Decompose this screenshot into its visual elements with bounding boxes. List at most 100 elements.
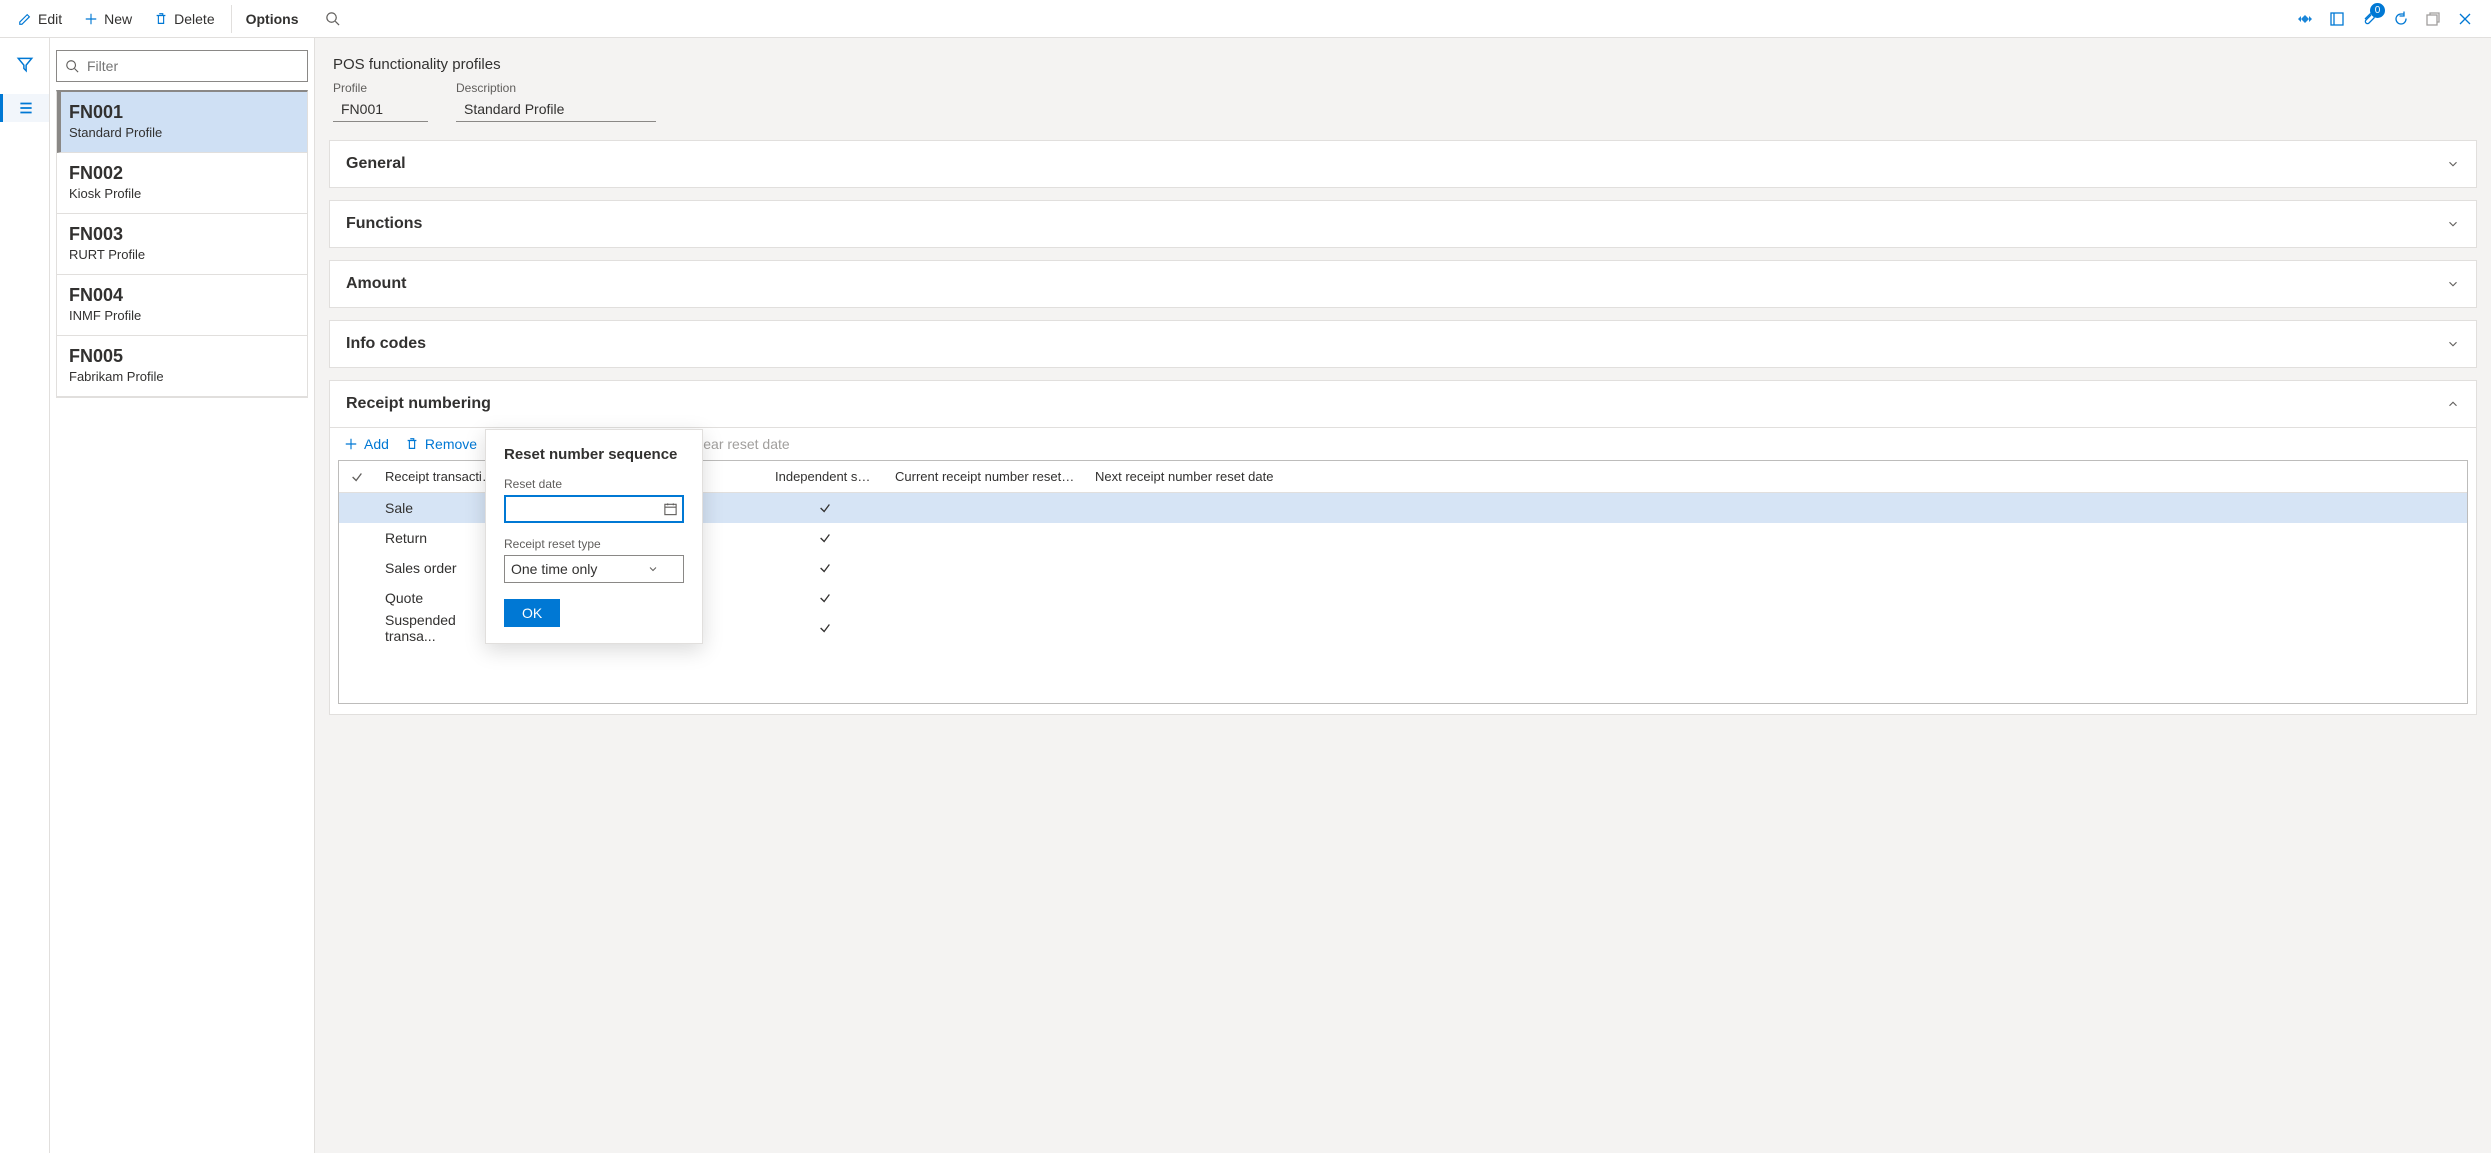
list-item[interactable]: FN004 INMF Profile (57, 275, 307, 336)
delete-button[interactable]: Delete (144, 5, 224, 33)
top-command-bar: Edit New Delete Options 0 (0, 0, 2491, 38)
plus-icon (84, 12, 98, 26)
row-independent-check (765, 587, 885, 609)
grid-header-independent[interactable]: Independent se... (765, 461, 885, 492)
fasttab-info-codes[interactable]: Info codes (329, 320, 2477, 368)
list-item-desc: INMF Profile (69, 308, 295, 323)
new-button[interactable]: New (74, 5, 142, 33)
list-item-code: FN003 (69, 224, 295, 245)
row-current-reset (885, 594, 1085, 602)
fasttab-general[interactable]: General (329, 140, 2477, 188)
fasttab-amount[interactable]: Amount (329, 260, 2477, 308)
list-item[interactable]: FN005 Fabrikam Profile (57, 336, 307, 397)
row-next-reset (1085, 594, 1385, 602)
reset-type-select[interactable]: One time only (504, 555, 684, 583)
top-bar-right: 0 (2295, 9, 2483, 29)
close-icon[interactable] (2455, 9, 2475, 29)
reset-date-input[interactable] (504, 495, 684, 523)
edit-button[interactable]: Edit (8, 5, 72, 33)
options-button[interactable]: Options (231, 5, 309, 33)
list-panel: FN001 Standard ProfileFN002 Kiosk Profil… (50, 38, 315, 1153)
list-item-code: FN004 (69, 285, 295, 306)
list-item-desc: Standard Profile (69, 125, 295, 140)
filter-input[interactable] (87, 58, 299, 74)
row-current-reset (885, 564, 1085, 572)
reset-date-input-wrap (504, 495, 684, 523)
trash-icon (154, 12, 168, 26)
ok-label: OK (522, 605, 542, 621)
list-item[interactable]: FN002 Kiosk Profile (57, 153, 307, 214)
row-independent-check (765, 617, 885, 639)
list-item-code: FN001 (69, 102, 295, 123)
new-label: New (104, 11, 132, 27)
row-selector[interactable] (339, 594, 375, 602)
attachments-icon[interactable]: 0 (2359, 9, 2379, 29)
grid-header-current-reset[interactable]: Current receipt number reset date (885, 461, 1085, 492)
clear-reset-button: Clear reset date (690, 436, 790, 452)
row-current-reset (885, 534, 1085, 542)
profile-value[interactable]: FN001 (333, 97, 428, 122)
fasttab-functions[interactable]: Functions (329, 200, 2477, 248)
list-item-desc: Fabrikam Profile (69, 369, 295, 384)
list-item[interactable]: FN001 Standard Profile (57, 92, 307, 153)
popout-icon[interactable] (2423, 9, 2443, 29)
row-independent-check (765, 557, 885, 579)
grid-header-next-reset[interactable]: Next receipt number reset date (1085, 461, 1385, 492)
profile-field: Profile FN001 (333, 81, 428, 122)
fasttab-amount-title: Amount (346, 275, 406, 293)
options-label: Options (246, 11, 299, 27)
office-icon[interactable] (2327, 9, 2347, 29)
detail-panel: POS functionality profiles Profile FN001… (315, 38, 2491, 1153)
fasttab-receipt-header[interactable]: Receipt numbering (330, 381, 2476, 427)
filter-search-icon (65, 59, 79, 73)
chevron-down-icon (2446, 157, 2460, 171)
chevron-down-icon (2446, 277, 2460, 291)
chevron-down-icon (2446, 217, 2460, 231)
refresh-icon[interactable] (2391, 9, 2411, 29)
row-independent-check (765, 527, 885, 549)
page-title: POS functionality profiles (329, 56, 2477, 73)
top-bar-left: Edit New Delete Options (8, 5, 350, 33)
list-view-icon[interactable] (0, 94, 49, 122)
description-field: Description Standard Profile (456, 81, 656, 122)
reset-date-field-label: Reset date (504, 477, 684, 491)
edit-icon (18, 12, 32, 26)
grid-spacer (339, 643, 2467, 703)
fasttab-general-title: General (346, 155, 406, 173)
row-selector[interactable] (339, 534, 375, 542)
fasttab-receipt-title: Receipt numbering (346, 395, 491, 413)
row-current-reset (885, 624, 1085, 632)
remove-label: Remove (425, 436, 477, 452)
grid-header-select[interactable] (339, 461, 375, 492)
add-button[interactable]: Add (344, 436, 389, 452)
row-independent-check (765, 497, 885, 519)
popup-title: Reset number sequence (504, 446, 684, 463)
connector-icon[interactable] (2295, 9, 2315, 29)
search-button[interactable] (315, 5, 350, 32)
fasttab-infocodes-title: Info codes (346, 335, 426, 353)
ok-button[interactable]: OK (504, 599, 560, 627)
chevron-down-icon (647, 563, 659, 575)
header-fields: Profile FN001 Description Standard Profi… (329, 81, 2477, 122)
calendar-icon[interactable] (663, 502, 678, 517)
main-layout: FN001 Standard ProfileFN002 Kiosk Profil… (0, 38, 2491, 1153)
remove-button[interactable]: Remove (405, 436, 477, 452)
filter-box[interactable] (56, 50, 308, 82)
filter-funnel-icon[interactable] (11, 50, 39, 78)
row-selector[interactable] (339, 624, 375, 632)
edit-label: Edit (38, 11, 62, 27)
attachments-badge: 0 (2370, 3, 2385, 18)
reset-type-value: One time only (511, 561, 597, 577)
row-next-reset (1085, 534, 1385, 542)
row-selector[interactable] (339, 504, 375, 512)
profile-list: FN001 Standard ProfileFN002 Kiosk Profil… (56, 90, 308, 398)
fasttab-receipt-numbering: Receipt numbering Add Remove Receipt num… (329, 380, 2477, 715)
reset-sequence-popup: Reset number sequence Reset date Receipt… (485, 429, 703, 644)
row-selector[interactable] (339, 564, 375, 572)
description-value[interactable]: Standard Profile (456, 97, 656, 122)
delete-label: Delete (174, 11, 214, 27)
list-item[interactable]: FN003 RURT Profile (57, 214, 307, 275)
list-item-desc: RURT Profile (69, 247, 295, 262)
row-next-reset (1085, 564, 1385, 572)
reset-type-label: Receipt reset type (504, 537, 684, 551)
